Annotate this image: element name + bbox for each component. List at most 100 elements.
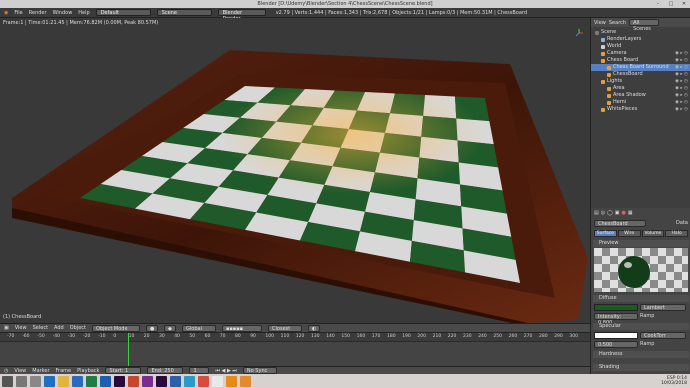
timeline-area[interactable]: -70 -60 -50 -40 -30 -20 -10 0 10 20 30 40 50 60 70 80 90… (0, 332, 590, 367)
properties-panel[interactable]: ▤ ◎ ◯ ▣ ● ▦ ChessBoard Data Surface Wire… (590, 208, 690, 374)
specular-color-swatch[interactable] (594, 332, 638, 339)
task-view-icon[interactable] (30, 375, 41, 387)
mode-selector[interactable]: Object Mode (92, 324, 141, 332)
menu-object[interactable]: Object (70, 325, 86, 331)
snap-target-selector[interactable]: Closest (268, 324, 303, 332)
render-engine-selector[interactable]: Blender Render (217, 9, 266, 22)
specular-shader-selector[interactable]: CookTorr (640, 332, 686, 339)
onenote-icon[interactable] (142, 375, 153, 387)
outliner-row[interactable]: World (591, 43, 690, 50)
blender-taskbar-icon[interactable] (240, 375, 251, 387)
visibility-toggles-icon[interactable]: ◉ ▸ ◷ (675, 106, 688, 113)
menu-file[interactable]: File (14, 10, 22, 16)
powerpoint-icon[interactable] (128, 375, 139, 387)
transform-orientation-selector[interactable]: Global (182, 324, 217, 332)
search-icon[interactable] (16, 375, 27, 387)
tab-volume[interactable]: Volume (641, 230, 665, 237)
diffuse-intensity-field[interactable]: Intensity: 0.800 (594, 313, 638, 326)
outliner-row[interactable]: Hemi ◉ ▸ ◷ (591, 99, 690, 106)
outliner-row[interactable]: Chess Board Surround ◉ ▸ ◷ (591, 64, 690, 71)
world-tab-icon[interactable]: ◯ (607, 210, 613, 217)
blender-logo-icon[interactable]: ◉ (4, 10, 8, 16)
word-icon[interactable] (170, 375, 181, 387)
texture-tab-icon[interactable]: ▦ (628, 210, 633, 217)
outliner-row[interactable]: RenderLayers (591, 36, 690, 43)
outliner-panel[interactable]: View Search All Scenes Scene RenderLayers… (590, 18, 690, 208)
visibility-toggles-icon[interactable]: ◉ ▸ ◷ (675, 78, 688, 85)
outliner-row[interactable]: Area ◉ ▸ ◷ (591, 85, 690, 92)
current-frame-field[interactable]: 1 (189, 367, 210, 374)
tl-menu-playback[interactable]: Playback (77, 368, 99, 374)
start-frame-field[interactable]: Start: 1 (105, 367, 142, 374)
sync-selector[interactable]: No Sync (242, 367, 277, 374)
tl-menu-frame[interactable]: Frame (56, 368, 72, 374)
3d-viewport[interactable]: Frame:1 | Time:01:21.45 | Mem:76.82M (0.… (0, 18, 590, 323)
object-tab-icon[interactable]: ▣ (615, 210, 620, 217)
tab-wire[interactable]: Wire (617, 230, 641, 237)
minimize-icon[interactable]: – (652, 0, 664, 8)
media-icon[interactable] (184, 375, 195, 387)
tl-menu-view[interactable]: View (14, 368, 26, 374)
scene-tab-icon[interactable]: ◎ (601, 210, 605, 217)
premiere-icon[interactable] (114, 375, 125, 387)
visibility-toggles-icon[interactable]: ◉ ▸ ◷ (675, 92, 688, 99)
preview-panel-title[interactable]: Preview (593, 240, 689, 247)
edge-icon[interactable] (44, 375, 55, 387)
after-effects-icon[interactable] (156, 375, 167, 387)
outliner-display-mode[interactable]: All Scenes (629, 19, 660, 32)
specular-intensity-field[interactable]: 0.500 (594, 341, 638, 348)
close-icon[interactable]: ✕ (678, 0, 690, 8)
visibility-toggles-icon[interactable]: ◉ ▸ ◷ (675, 57, 688, 64)
menu-render[interactable]: Render (29, 10, 47, 16)
render-tab-icon[interactable]: ▤ (594, 210, 599, 217)
outliner-row[interactable]: Lights ◉ ▸ ◷ (591, 78, 690, 85)
outliner-row[interactable]: ChessBoard ◉ ▸ ◷ (591, 71, 690, 78)
outlook-icon[interactable] (100, 375, 111, 387)
menu-help[interactable]: Help (78, 10, 89, 16)
vlc-icon[interactable] (226, 375, 237, 387)
material-name-field[interactable]: ChessBoard (594, 220, 646, 227)
diffuse-ramp-toggle[interactable]: Ramp (640, 313, 654, 320)
maximize-icon[interactable]: □ (665, 0, 677, 8)
outliner-view-menu[interactable]: View (594, 20, 606, 26)
visibility-toggles-icon[interactable]: ◉ ▸ ◷ (675, 71, 688, 78)
shading-selector-icon[interactable]: ● (146, 324, 159, 332)
menu-window[interactable]: Window (53, 10, 73, 16)
layers-grid[interactable]: ▪▪▪▪▪ (222, 324, 263, 332)
specular-ramp-toggle[interactable]: Ramp (640, 341, 654, 348)
explorer-icon[interactable] (58, 375, 69, 387)
menu-add[interactable]: Add (54, 325, 64, 331)
hardness-panel-title[interactable]: Hardness (593, 351, 689, 358)
playback-controls[interactable]: ⏮ ◀ ▶ ⏭ (215, 368, 236, 374)
chrome-icon[interactable] (198, 375, 209, 387)
outliner-row[interactable]: WhitePieces ◉ ▸ ◷ (591, 106, 690, 113)
shading-panel-title[interactable]: Shading (593, 364, 689, 371)
itunes-icon[interactable] (212, 375, 223, 387)
system-tray[interactable]: ESP 0:14 10/03/2018 (661, 376, 687, 386)
outliner-row[interactable]: Scene (591, 29, 690, 36)
end-frame-field[interactable]: End: 250 (147, 367, 184, 374)
tab-surface[interactable]: Surface (594, 230, 617, 237)
outliner-row[interactable]: Area Shadow ◉ ▸ ◷ (591, 92, 690, 99)
pivot-selector-icon[interactable]: ◆ (164, 324, 177, 332)
visibility-toggles-icon[interactable]: ◉ ▸ ◷ (675, 99, 688, 106)
clock-icon[interactable]: ◷ (4, 368, 8, 374)
outliner-row[interactable]: Camera ◉ ▸ ◷ (591, 50, 690, 57)
timeline-ruler[interactable]: -70 -60 -50 -40 -30 -20 -10 0 10 20 30 40 50 60 70 80 90… (0, 333, 590, 342)
diffuse-panel-title[interactable]: Diffuse (593, 295, 689, 302)
diffuse-color-swatch[interactable] (594, 304, 638, 311)
menu-select[interactable]: Select (33, 325, 48, 331)
editor-type-icon[interactable]: ▣ (4, 325, 9, 331)
excel-icon[interactable] (86, 375, 97, 387)
view-gizmo-icon[interactable] (574, 28, 584, 38)
specular-panel-title[interactable]: Specular (593, 323, 689, 330)
visibility-toggles-icon[interactable]: ◉ ▸ ◷ (675, 50, 688, 57)
scene-selector[interactable]: Scene (156, 9, 212, 16)
menu-view[interactable]: View (15, 325, 27, 331)
tab-halo[interactable]: Halo (665, 230, 688, 237)
visibility-toggles-icon[interactable]: ◉ ▸ ◷ (675, 64, 688, 71)
visibility-toggles-icon[interactable]: ◉ ▸ ◷ (675, 85, 688, 92)
outliner-search-menu[interactable]: Search (609, 20, 626, 26)
tl-menu-marker[interactable]: Marker (32, 368, 49, 374)
layout-selector[interactable]: Default (95, 9, 151, 16)
